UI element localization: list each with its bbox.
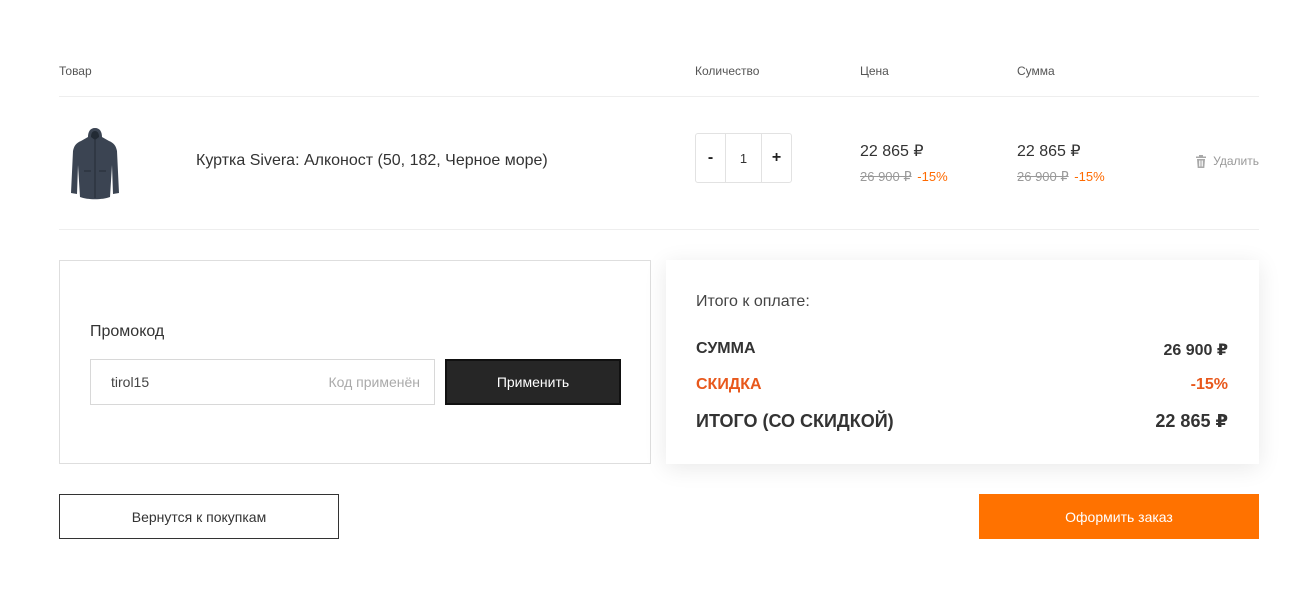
trash-icon (1195, 154, 1207, 168)
price-old-line: 26 900 ₽ -15% (860, 169, 948, 185)
sum-old: 26 900 ₽ (1017, 169, 1069, 184)
summary-sum-row: СУММА 26 900 ₽ (696, 340, 1228, 360)
summary-sum-value: 26 900 ₽ (1163, 342, 1228, 359)
column-header-price: Цена (860, 64, 889, 78)
promo-code-value: tirol15 (111, 374, 150, 390)
summary-title: Итого к оплате: (696, 293, 810, 310)
promo-code-status: Код применён (328, 374, 420, 390)
price-cell: 22 865 ₽ 26 900 ₽ -15% (860, 141, 948, 185)
summary-total-label: ИТОГО (СО СКИДКОЙ) (696, 411, 894, 431)
summary-discount-value: -15% (1190, 376, 1228, 393)
promo-title: Промокод (90, 323, 165, 340)
price-discount: -15% (917, 169, 948, 184)
product-name[interactable]: Куртка Sivera: Алконост (50, 182, Черное… (196, 152, 548, 170)
checkout-button[interactable]: Оформить заказ (979, 494, 1259, 539)
summary-sum-label: СУММА (696, 340, 756, 357)
summary-discount-label: СКИДКА (696, 376, 762, 393)
cart-table-header: Товар Количество Цена Сумма (59, 0, 1259, 97)
sum-old-line: 26 900 ₽ -15% (1017, 169, 1105, 185)
summary-total-row: ИТОГО (СО СКИДКОЙ) 22 865 ₽ (696, 411, 1228, 432)
promo-code-input[interactable]: tirol15 Код применён (90, 359, 435, 405)
jacket-image[interactable] (65, 125, 125, 203)
back-to-shopping-button[interactable]: Вернутся к покупкам (59, 494, 339, 539)
column-header-product: Товар (59, 64, 92, 78)
delete-label: Удалить (1213, 154, 1259, 168)
column-header-quantity: Количество (695, 64, 760, 78)
price-current: 22 865 ₽ (860, 143, 924, 160)
sum-current: 22 865 ₽ (1017, 143, 1081, 160)
apply-promo-button[interactable]: Применить (445, 359, 621, 405)
cart-item-row: Куртка Sivera: Алконост (50, 182, Черное… (59, 97, 1259, 230)
quantity-decrement-button[interactable]: - (696, 134, 725, 182)
quantity-input[interactable]: 1 (725, 134, 762, 182)
price-old: 26 900 ₽ (860, 169, 912, 184)
summary-total-value: 22 865 ₽ (1155, 411, 1228, 431)
quantity-increment-button[interactable]: + (762, 134, 791, 182)
summary-discount-row: СКИДКА -15% (696, 376, 1228, 394)
sum-discount: -15% (1074, 169, 1105, 184)
quantity-stepper: - 1 + (695, 133, 792, 183)
sum-cell: 22 865 ₽ 26 900 ₽ -15% (1017, 141, 1105, 185)
promo-code-panel: Промокод tirol15 Код применён Применить (59, 260, 651, 464)
order-summary-panel: Итого к оплате: СУММА 26 900 ₽ СКИДКА -1… (666, 260, 1259, 464)
column-header-sum: Сумма (1017, 64, 1055, 78)
delete-item-button[interactable]: Удалить (1195, 154, 1259, 168)
